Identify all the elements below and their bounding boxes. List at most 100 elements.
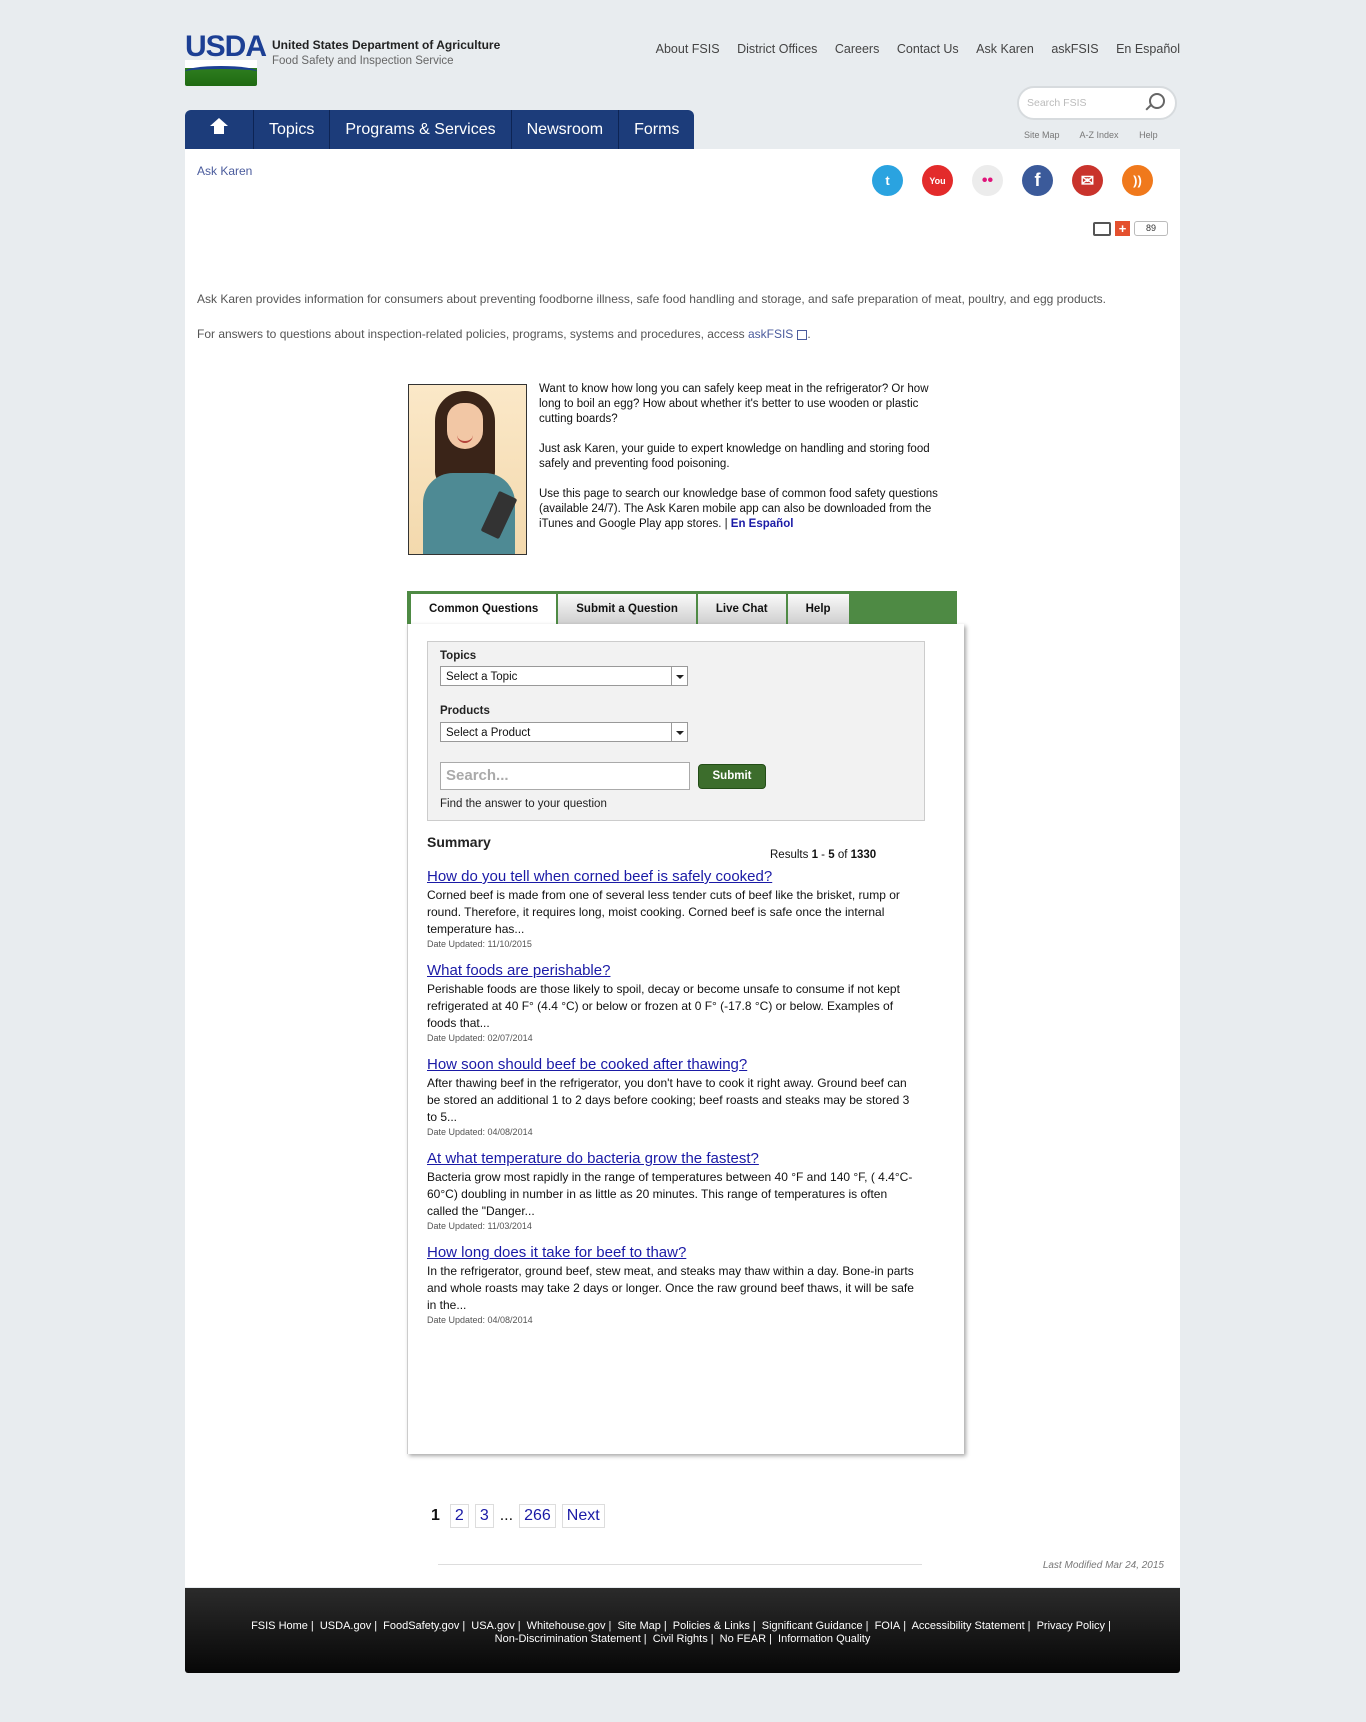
top-link-contact[interactable]: Contact Us bbox=[897, 42, 959, 56]
page-next[interactable]: Next bbox=[561, 1504, 605, 1528]
products-select[interactable]: Select a Product bbox=[440, 722, 688, 742]
question-link[interactable]: How soon should beef be cooked after tha… bbox=[427, 1056, 917, 1073]
list-item: What foods are perishable? Perishable fo… bbox=[427, 962, 917, 1043]
youtube-icon[interactable]: You bbox=[922, 165, 953, 196]
question-snippet: After thawing beef in the refrigerator, … bbox=[427, 1076, 910, 1124]
intro-text-1: Ask Karen provides information for consu… bbox=[197, 292, 1106, 306]
results-from: 1 bbox=[811, 849, 818, 861]
espanol-link[interactable]: En Español bbox=[731, 518, 794, 530]
intro-text-2-suffix: . bbox=[807, 327, 811, 341]
question-link[interactable]: What foods are perishable? bbox=[427, 962, 917, 979]
twitter-icon[interactable]: t bbox=[872, 165, 903, 196]
footer-link-no-fear[interactable]: No FEAR bbox=[720, 1633, 766, 1645]
tab-common-questions[interactable]: Common Questions bbox=[411, 594, 557, 624]
results-total: 1330 bbox=[850, 849, 877, 861]
page-link-3[interactable]: 3 bbox=[474, 1504, 494, 1528]
askfsis-link[interactable]: askFSIS bbox=[748, 327, 793, 341]
tab-submit-question[interactable]: Submit a Question bbox=[558, 594, 696, 624]
breadcrumb[interactable]: Ask Karen bbox=[197, 164, 252, 178]
footer-link-usa-gov[interactable]: USA.gov bbox=[471, 1620, 514, 1632]
question-snippet: Bacteria grow most rapidly in the range … bbox=[427, 1170, 913, 1218]
footer-link-accessibility[interactable]: Accessibility Statement bbox=[912, 1620, 1025, 1632]
summary-heading: Summary bbox=[427, 834, 491, 850]
tab-help[interactable]: Help bbox=[787, 594, 849, 624]
topics-select[interactable]: Select a Topic bbox=[440, 666, 688, 686]
site-search[interactable]: Search FSIS bbox=[1017, 86, 1177, 120]
questions-widget: Topics Select a Topic Products Select a … bbox=[407, 624, 964, 1565]
footer-link-foodsafety[interactable]: FoodSafety.gov bbox=[383, 1620, 459, 1632]
question-search-input[interactable]: Search... bbox=[440, 762, 690, 790]
submit-button[interactable]: Submit bbox=[698, 764, 766, 789]
nav-item-programs-services[interactable]: Programs & Services bbox=[330, 110, 512, 149]
site-footer: FSIS Home | USDA.gov | FoodSafety.gov | USA… bbox=[185, 1588, 1180, 1673]
rss-icon[interactable]: )) bbox=[1122, 165, 1153, 196]
products-label: Products bbox=[440, 705, 490, 717]
social-icons: t You •• f ✉ )) bbox=[872, 165, 1153, 196]
footer-link-site-map[interactable]: Site Map bbox=[617, 1620, 660, 1632]
topics-label: Topics bbox=[440, 650, 477, 662]
search-icon[interactable] bbox=[1149, 93, 1165, 109]
facebook-icon[interactable]: f bbox=[1022, 165, 1053, 196]
util-link-site-map[interactable]: Site Map bbox=[1024, 130, 1060, 140]
usda-logo-text: USDA bbox=[185, 30, 267, 63]
top-link-about[interactable]: About FSIS bbox=[656, 42, 720, 56]
home-icon bbox=[210, 117, 228, 136]
footer-link-information-quality[interactable]: Information Quality bbox=[778, 1633, 870, 1645]
question-date: Date Updated: 11/03/2014 bbox=[427, 1221, 532, 1231]
question-link[interactable]: At what temperature do bacteria grow the… bbox=[427, 1150, 917, 1167]
main-nav: Topics Programs & Services Newsroom Form… bbox=[185, 110, 695, 149]
question-link[interactable]: How long does it take for beef to thaw? bbox=[427, 1244, 917, 1261]
tab-live-chat[interactable]: Live Chat bbox=[697, 594, 786, 624]
util-link-az-index[interactable]: A-Z Index bbox=[1080, 130, 1119, 140]
top-link-espanol[interactable]: En Español bbox=[1116, 42, 1180, 56]
nav-item-newsroom[interactable]: Newsroom bbox=[512, 110, 620, 149]
karen-paragraph-1: Want to know how long you can safely kee… bbox=[539, 383, 929, 425]
footer-link-policies[interactable]: Policies & Links bbox=[673, 1620, 750, 1632]
chevron-down-icon[interactable] bbox=[671, 723, 687, 741]
pagination: 1 2 3 ... 266 Next bbox=[427, 1504, 605, 1528]
page-link-2[interactable]: 2 bbox=[449, 1504, 469, 1528]
top-link-careers[interactable]: Careers bbox=[835, 42, 879, 56]
footer-link-nondiscrimination[interactable]: Non-Discrimination Statement bbox=[495, 1633, 641, 1645]
karen-paragraph-3: Use this page to search our knowledge ba… bbox=[539, 487, 939, 532]
share-plus-icon[interactable]: + bbox=[1115, 221, 1130, 236]
footer-link-civil-rights[interactable]: Civil Rights bbox=[653, 1633, 708, 1645]
main-content: Ask Karen t You •• f ✉ )) + 89 Ask Karen… bbox=[185, 149, 1180, 1587]
util-link-help[interactable]: Help bbox=[1139, 130, 1158, 140]
usda-logo[interactable]: USDA bbox=[185, 30, 267, 86]
nav-home[interactable] bbox=[185, 110, 254, 149]
share-count: 89 bbox=[1134, 221, 1168, 236]
footer-link-guidance[interactable]: Significant Guidance bbox=[762, 1620, 863, 1632]
intro-text-2-prefix: For answers to questions about inspectio… bbox=[197, 327, 745, 341]
email-icon[interactable]: ✉ bbox=[1072, 165, 1103, 196]
question-date: Date Updated: 04/08/2014 bbox=[427, 1315, 533, 1325]
site-search-input[interactable]: Search FSIS bbox=[1027, 97, 1087, 109]
footer-link-usda[interactable]: USDA.gov bbox=[320, 1620, 371, 1632]
top-link-district-offices[interactable]: District Offices bbox=[737, 42, 817, 56]
nav-item-topics[interactable]: Topics bbox=[254, 110, 331, 149]
list-item: How do you tell when corned beef is safe… bbox=[427, 868, 917, 949]
top-link-ask-karen[interactable]: Ask Karen bbox=[976, 42, 1034, 56]
footer-link-fsis-home[interactable]: FSIS Home bbox=[251, 1620, 308, 1632]
top-link-askfsis[interactable]: askFSIS bbox=[1051, 42, 1098, 56]
footer-row-1: FSIS Home | USDA.gov | FoodSafety.gov | USA… bbox=[251, 1620, 1111, 1632]
flickr-icon[interactable]: •• bbox=[972, 165, 1003, 196]
print-icon[interactable] bbox=[1093, 221, 1111, 236]
results-count: Results 1 - 5 of 1330 bbox=[770, 849, 877, 861]
intro-text-2: For answers to questions about inspectio… bbox=[197, 327, 811, 341]
page-link-last[interactable]: 266 bbox=[519, 1504, 556, 1528]
footer-row-2: Non-Discrimination Statement | Civil Righ… bbox=[494, 1633, 871, 1645]
question-snippet: In the refrigerator, ground beef, stew m… bbox=[427, 1264, 914, 1312]
footer-link-foia[interactable]: FOIA bbox=[875, 1620, 901, 1632]
question-date: Date Updated: 11/10/2015 bbox=[427, 939, 532, 949]
question-link[interactable]: How do you tell when corned beef is safe… bbox=[427, 868, 917, 885]
site-header: USDA United States Department of Agricul… bbox=[185, 30, 1180, 94]
nav-item-forms[interactable]: Forms bbox=[619, 110, 694, 149]
footer-link-whitehouse[interactable]: Whitehouse.gov bbox=[527, 1620, 606, 1632]
filter-box: Topics Select a Topic Products Select a … bbox=[427, 641, 925, 821]
org-name: United States Department of Agriculture … bbox=[272, 38, 500, 67]
karen-paragraph-2: Just ask Karen, your guide to expert kno… bbox=[539, 443, 930, 470]
ask-karen-tabs: Common Questions Submit a Question Live … bbox=[407, 591, 957, 624]
chevron-down-icon[interactable] bbox=[671, 667, 687, 685]
footer-link-privacy[interactable]: Privacy Policy bbox=[1037, 1620, 1105, 1632]
